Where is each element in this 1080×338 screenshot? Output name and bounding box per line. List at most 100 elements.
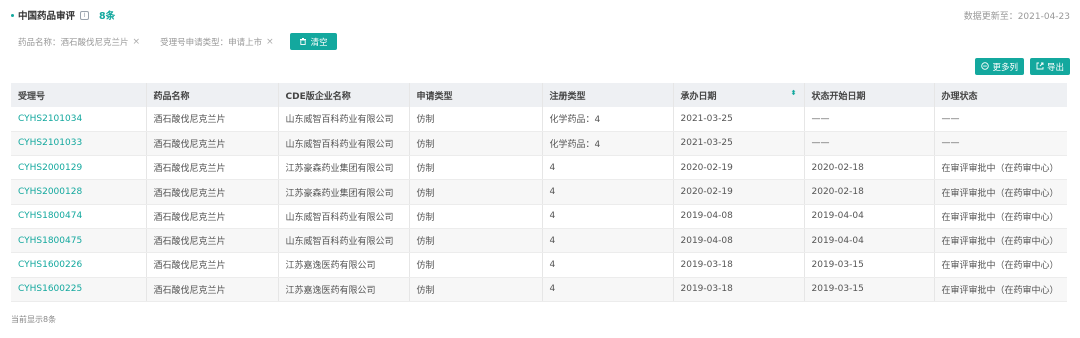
acceptance-number-link[interactable]: CYHS2000129 <box>11 155 147 181</box>
table-cell: 酒石酸伐尼克兰片 <box>146 107 279 132</box>
bullet-dot <box>11 13 14 17</box>
table-cell: 仿制 <box>409 107 543 132</box>
acceptance-number-link[interactable]: CYHS2101033 <box>11 131 147 157</box>
info-icon[interactable]: i <box>80 10 90 20</box>
table-cell: 在审评审批中（在药审中心） <box>934 179 1067 205</box>
table-header-row: 受理号 药品名称 CDE版企业名称 申请类型 注册类型 承办日期 ⬍ 状态开始日… <box>11 83 1067 107</box>
acceptance-number-link[interactable]: CYHS2101034 <box>11 107 147 132</box>
export-icon <box>1036 62 1044 72</box>
table-cell: 仿制 <box>409 277 543 302</box>
table-cell: 2019-04-04 <box>804 228 935 254</box>
column-header[interactable]: 申请类型 <box>409 83 543 107</box>
table-cell: 江苏嘉逸医药有限公司 <box>278 252 410 278</box>
table-cell: 2021-03-25 <box>673 107 805 132</box>
table-cell: 山东威智百科药业有限公司 <box>278 204 410 229</box>
table-cell: 仿制 <box>409 204 543 229</box>
clear-filters-label: 清空 <box>310 37 328 48</box>
table-cell: 2020-02-18 <box>804 179 935 205</box>
table-cell: 4 <box>542 228 674 254</box>
table-actions: 更多列 导出 <box>969 58 1070 75</box>
table-cell: 4 <box>542 277 674 302</box>
minus-circle-icon <box>981 61 990 72</box>
column-header[interactable]: 注册类型 <box>542 83 674 107</box>
table-cell: 2019-03-18 <box>673 277 805 302</box>
acceptance-number-link[interactable]: CYHS1600226 <box>11 252 147 278</box>
table-cell: 酒石酸伐尼克兰片 <box>146 277 279 302</box>
table-cell: 在审评审批中（在药审中心） <box>934 155 1067 181</box>
table-cell: 2019-04-08 <box>673 204 805 229</box>
table-cell: 酒石酸伐尼克兰片 <box>146 228 279 254</box>
table-cell: 仿制 <box>409 228 543 254</box>
column-header-sortable[interactable]: 承办日期 ⬍ <box>673 83 805 107</box>
close-icon[interactable]: × <box>133 37 141 47</box>
export-label: 导出 <box>1046 62 1064 73</box>
close-icon[interactable]: × <box>266 37 274 47</box>
table-cell: —— <box>934 131 1067 157</box>
column-header[interactable]: 状态开始日期 <box>804 83 935 107</box>
sort-icon[interactable]: ⬍ <box>791 89 797 97</box>
table-cell: 江苏嘉逸医药有限公司 <box>278 277 410 302</box>
table-cell: 4 <box>542 204 674 229</box>
acceptance-number-link[interactable]: CYHS1800474 <box>11 204 147 229</box>
table-cell: 酒石酸伐尼克兰片 <box>146 131 279 157</box>
column-header[interactable]: 办理状态 <box>934 83 1067 107</box>
table-cell: 2019-03-15 <box>804 277 935 302</box>
table-cell: 山东威智百科药业有限公司 <box>278 228 410 254</box>
table-cell: 酒石酸伐尼克兰片 <box>146 204 279 229</box>
table-row: CYHS1600225 酒石酸伐尼克兰片 江苏嘉逸医药有限公司 仿制 4 201… <box>11 277 1067 302</box>
table-cell: 在审评审批中（在药审中心） <box>934 252 1067 278</box>
table-cell: 2021-03-25 <box>673 131 805 157</box>
filter-tag-label: 药品名称：酒石酸伐尼克兰片 <box>18 37 129 48</box>
table-cell: 山东威智百科药业有限公司 <box>278 131 410 157</box>
table-cell: 2019-03-18 <box>673 252 805 278</box>
more-columns-label: 更多列 <box>992 62 1018 73</box>
clear-filters-button[interactable]: 清空 <box>289 33 337 50</box>
table-cell: —— <box>804 131 935 157</box>
table-cell: 化学药品：4 <box>542 107 674 132</box>
table-row: CYHS2000129 酒石酸伐尼克兰片 江苏豪森药业集团有限公司 仿制 4 2… <box>11 155 1067 181</box>
column-header[interactable]: 药品名称 <box>146 83 279 107</box>
table-cell: 在审评审批中（在药审中心） <box>934 204 1067 229</box>
table-cell: 2020-02-19 <box>673 155 805 181</box>
table-cell: 2019-04-04 <box>804 204 935 229</box>
acceptance-number-link[interactable]: CYHS1600225 <box>11 277 147 302</box>
section-title: 中国药品审评 <box>18 11 76 22</box>
table-cell: —— <box>804 107 935 132</box>
table-cell: 仿制 <box>409 179 543 205</box>
filter-tag-label: 受理号申请类型：申请上市 <box>160 37 263 48</box>
table-cell: 酒石酸伐尼克兰片 <box>146 179 279 205</box>
table-cell: 2019-04-08 <box>673 228 805 254</box>
table-cell: 4 <box>542 155 674 181</box>
table-cell: 江苏豪森药业集团有限公司 <box>278 179 410 205</box>
table-cell: 酒石酸伐尼克兰片 <box>146 155 279 181</box>
column-header[interactable]: CDE版企业名称 <box>278 83 410 107</box>
table-cell: 酒石酸伐尼克兰片 <box>146 252 279 278</box>
filter-tag-drug-name: 药品名称：酒石酸伐尼克兰片 × <box>14 34 144 50</box>
table-cell: 仿制 <box>409 131 543 157</box>
more-columns-button[interactable]: 更多列 <box>975 58 1024 75</box>
table-cell: —— <box>934 107 1067 132</box>
data-updated-date: 数据更新至：2021-04-23 <box>963 12 1070 22</box>
table-row: CYHS1800474 酒石酸伐尼克兰片 山东威智百科药业有限公司 仿制 4 2… <box>11 204 1067 229</box>
table-row: CYHS1600226 酒石酸伐尼克兰片 江苏嘉逸医药有限公司 仿制 4 201… <box>11 252 1067 278</box>
column-header-label: 承办日期 <box>680 91 717 102</box>
table-cell: 化学药品：4 <box>542 131 674 157</box>
table-row: CYHS2101034 酒石酸伐尼克兰片 山东威智百科药业有限公司 仿制 化学药… <box>11 107 1067 132</box>
table-cell: 仿制 <box>409 155 543 181</box>
result-count: 8条 <box>99 11 116 22</box>
footer-row-count: 当前显示8条 <box>11 315 57 324</box>
table-cell: 2019-03-15 <box>804 252 935 278</box>
trash-icon <box>299 37 307 47</box>
export-button[interactable]: 导出 <box>1029 58 1070 75</box>
table-cell: 山东威智百科药业有限公司 <box>278 107 410 132</box>
acceptance-number-link[interactable]: CYHS2000128 <box>11 179 147 205</box>
table-row: CYHS2101033 酒石酸伐尼克兰片 山东威智百科药业有限公司 仿制 化学药… <box>11 131 1067 157</box>
table-cell: 江苏豪森药业集团有限公司 <box>278 155 410 181</box>
table-cell: 4 <box>542 252 674 278</box>
review-table: 受理号 药品名称 CDE版企业名称 申请类型 注册类型 承办日期 ⬍ 状态开始日… <box>11 83 1067 302</box>
table-cell: 2020-02-18 <box>804 155 935 181</box>
acceptance-number-link[interactable]: CYHS1800475 <box>11 228 147 254</box>
table-row: CYHS1800475 酒石酸伐尼克兰片 山东威智百科药业有限公司 仿制 4 2… <box>11 228 1067 254</box>
table-cell: 在审评审批中（在药审中心） <box>934 228 1067 254</box>
column-header[interactable]: 受理号 <box>11 83 147 107</box>
